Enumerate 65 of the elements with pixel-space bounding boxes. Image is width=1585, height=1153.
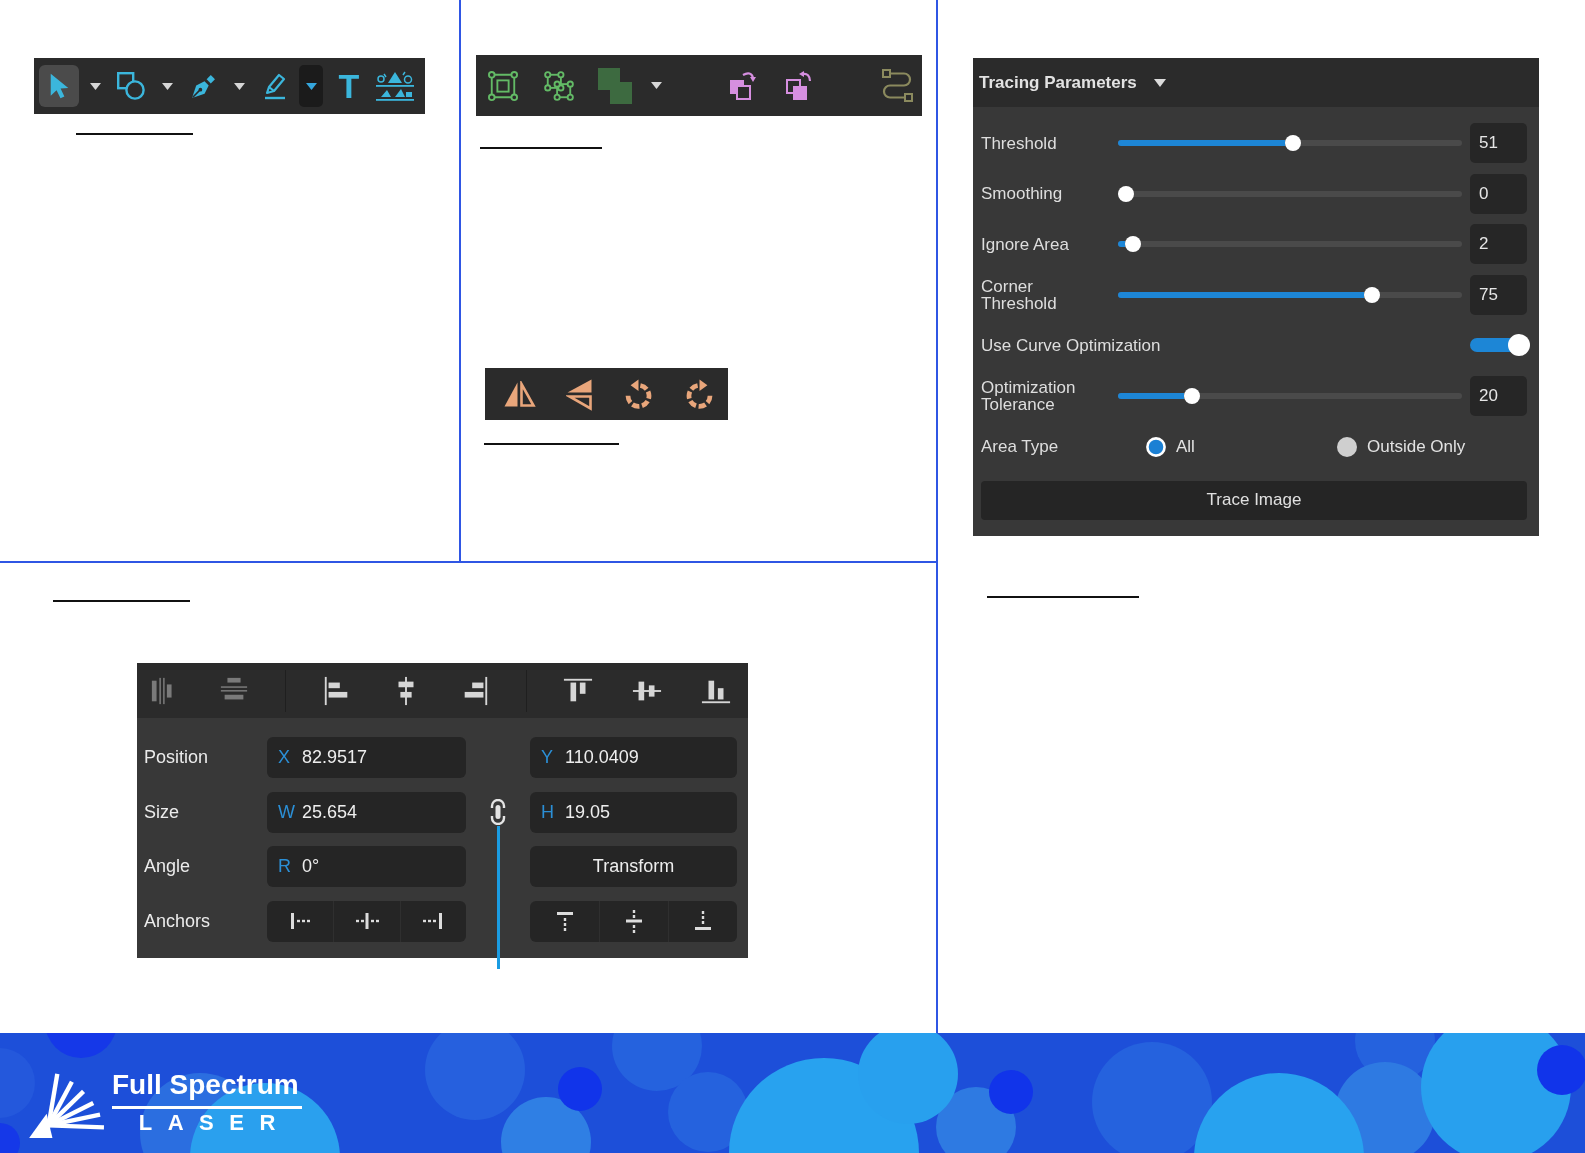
dropdown-button[interactable] <box>299 65 323 107</box>
slider-thumb[interactable] <box>1285 135 1302 151</box>
number-field[interactable]: R 0° <box>267 846 466 887</box>
value-field[interactable]: 0 <box>1470 173 1527 214</box>
number-field[interactable]: H 19.05 <box>530 791 737 833</box>
rotate-left-icon <box>623 379 653 409</box>
value-field[interactable]: 51 <box>1470 123 1527 163</box>
toggle-switch[interactable] <box>1470 334 1530 357</box>
flip-horizontal-icon <box>502 380 536 408</box>
panel-title: Tracing Parameters <box>979 72 1137 93</box>
slider-track[interactable] <box>1118 387 1462 404</box>
text-tool-button[interactable]: T <box>329 65 369 107</box>
caret-down-icon <box>305 82 317 90</box>
radio-option[interactable]: Outside Only <box>1337 436 1528 457</box>
slider-track[interactable] <box>1118 236 1462 253</box>
caret-down-icon <box>89 82 101 90</box>
slider-thumb[interactable] <box>1364 286 1380 303</box>
parameter-label: Smoothing <box>981 185 1064 203</box>
fill-in-line[interactable] <box>987 595 1139 598</box>
node-squares-icon <box>544 70 574 101</box>
value-field[interactable]: 20 <box>1470 375 1527 416</box>
caret-down-icon[interactable] <box>1153 78 1166 87</box>
square-circle-icon <box>117 72 145 100</box>
traced-artwork-icon <box>375 70 415 102</box>
number-field[interactable]: W 25.654 <box>267 791 466 833</box>
path-connector-icon <box>881 69 913 102</box>
field-label: Anchors <box>144 910 212 932</box>
pointer-icon <box>49 73 69 99</box>
brand-name: Full Spectrum <box>112 1071 300 1099</box>
radio-option[interactable]: All <box>1146 436 1337 457</box>
flip-vertical-icon <box>565 377 593 411</box>
rotate-right-icon <box>684 379 714 409</box>
send-backward-icon <box>785 70 813 101</box>
brand-tagline: LASER <box>137 1112 292 1134</box>
number-field[interactable]: Y 110.0409 <box>530 737 737 778</box>
parameter-label: Optimization Tolerance <box>981 378 1077 413</box>
field-label: Position <box>144 747 210 768</box>
field-label: Angle <box>144 856 192 877</box>
parameter-label: Ignore Area <box>981 235 1070 253</box>
bring-forward-icon <box>729 70 757 101</box>
grouped-squares-icon <box>488 70 518 101</box>
parameter-label: Area Type <box>981 438 1060 456</box>
parameter-label: Use Curve Optimization <box>981 336 1162 354</box>
caret-down-icon <box>233 82 245 90</box>
slider-thumb[interactable] <box>1118 185 1134 202</box>
select-tool-button[interactable] <box>39 65 79 107</box>
value-field[interactable]: 75 <box>1470 274 1527 315</box>
field-label: Size <box>144 801 180 823</box>
slider-track[interactable] <box>1118 185 1462 202</box>
parameter-label: Corner Threshold <box>981 277 1058 312</box>
pen-nib-icon <box>190 73 216 99</box>
trace-image-button[interactable]: Trace Image <box>981 480 1527 520</box>
caret-down-icon <box>650 82 662 89</box>
overlapping-squares-icon <box>598 67 632 104</box>
link-icon[interactable] <box>489 799 507 825</box>
slider-track[interactable] <box>1118 286 1462 303</box>
slider-thumb[interactable] <box>1183 387 1200 404</box>
parameter-label: Threshold <box>981 134 1058 152</box>
transform-button[interactable]: Transform <box>530 846 737 887</box>
pencil-icon <box>264 72 286 100</box>
caret-down-icon <box>161 82 173 90</box>
slider-thumb[interactable] <box>1124 236 1141 253</box>
value-field[interactable]: 2 <box>1470 224 1527 265</box>
number-field[interactable]: X 82.9517 <box>267 737 466 778</box>
slider-track[interactable] <box>1118 135 1462 151</box>
